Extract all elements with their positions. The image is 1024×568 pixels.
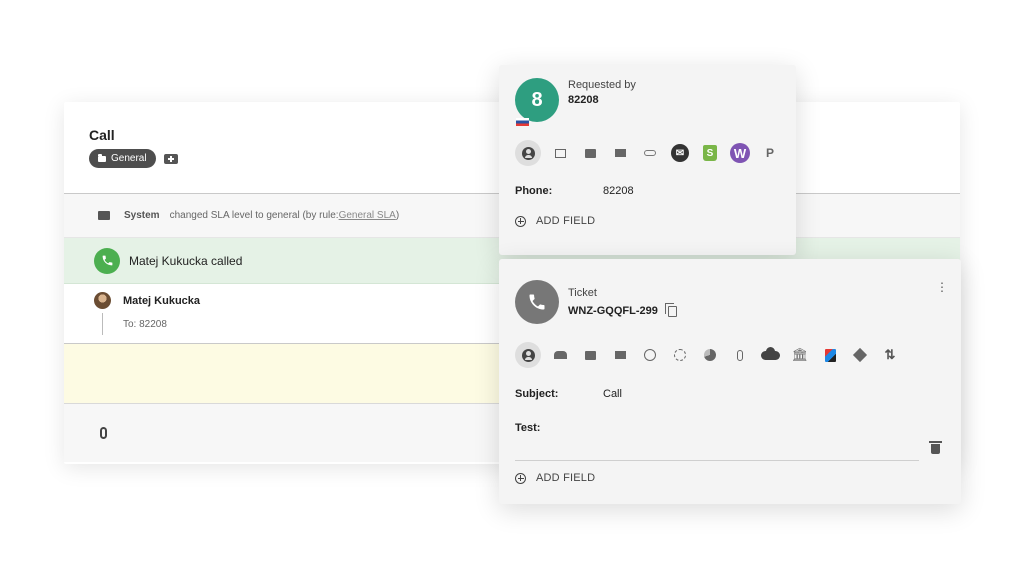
cloud-icon[interactable]	[755, 342, 785, 368]
sla-rule-link[interactable]: General SLA	[339, 210, 396, 221]
add-field-button[interactable]: ADD FIELD	[515, 215, 595, 227]
attachment-icon[interactable]	[725, 342, 755, 368]
test-field: Test:	[515, 422, 603, 434]
copy-icon[interactable]	[664, 302, 677, 317]
people-icon[interactable]	[545, 342, 575, 368]
bank-icon[interactable]: 🏛	[785, 342, 815, 368]
tag-general[interactable]: General	[89, 149, 156, 168]
contact-icon[interactable]	[515, 140, 541, 166]
mail-icon[interactable]	[605, 342, 635, 368]
system-suffix: )	[395, 210, 400, 221]
field-label: Test:	[515, 422, 541, 434]
diamond-icon[interactable]	[845, 342, 875, 368]
ticket-label: Ticket	[568, 287, 597, 299]
phone-field: Phone: 82208	[515, 185, 634, 197]
field-label: Subject:	[515, 388, 559, 400]
system-name: System	[124, 210, 160, 221]
ticket-icon[interactable]	[575, 342, 605, 368]
avatar	[94, 292, 111, 309]
call-event-text: Matej Kukucka called	[129, 253, 243, 268]
contact-icon[interactable]	[515, 342, 541, 368]
ticket-id-row: WNZ-GQQFL-299	[568, 302, 677, 317]
field-label: Phone:	[515, 185, 553, 197]
mail-icon[interactable]	[605, 140, 635, 166]
add-tag-icon[interactable]	[163, 153, 178, 164]
pie-icon[interactable]	[695, 342, 725, 368]
more-options-icon[interactable]: ⋮	[936, 281, 948, 293]
book-icon[interactable]	[815, 342, 845, 368]
system-text: changed SLA level to general (by rule:	[169, 210, 339, 221]
subject-field: Subject: Call	[515, 388, 622, 400]
trash-icon[interactable]	[929, 441, 942, 454]
attachment-icon[interactable]	[100, 427, 107, 439]
phone-icon	[94, 247, 120, 274]
add-field-button[interactable]: ADD FIELD	[515, 472, 595, 484]
shopify-icon[interactable]: S	[695, 140, 725, 166]
slovakia-flag-icon	[516, 118, 529, 126]
field-value[interactable]: 82208	[603, 185, 634, 197]
phone-icon	[515, 280, 559, 324]
requester-icon-bar: ✉ S W P	[515, 140, 785, 166]
requester-avatar: 8	[515, 78, 559, 122]
add-field-label: ADD FIELD	[536, 215, 596, 227]
ticket-icon[interactable]	[575, 140, 605, 166]
test-field-input-line[interactable]	[515, 460, 919, 461]
sync-icon[interactable]: ⇅	[875, 342, 905, 368]
requester-card: 8 Requested by 82208 ✉ S W P Phone: 8220…	[499, 65, 796, 255]
mailchimp-icon[interactable]: ✉	[665, 140, 695, 166]
field-value[interactable]: Call	[603, 388, 622, 400]
requester-value: 82208	[568, 94, 599, 106]
add-circle-icon	[515, 215, 526, 227]
ticket-id: WNZ-GQQFL-299	[568, 305, 658, 317]
ticket-icon	[98, 211, 110, 220]
tag-label: General	[111, 153, 147, 164]
ticket-card: Ticket WNZ-GQQFL-299 ⋮ 🏛 ⇅ Subject: Call…	[499, 259, 961, 504]
pipedrive-icon[interactable]: P	[755, 140, 785, 166]
folder-icon	[98, 153, 106, 162]
history-icon[interactable]	[665, 342, 695, 368]
alarm-icon[interactable]	[635, 342, 665, 368]
link-icon[interactable]	[635, 140, 665, 166]
message-author: Matej Kukucka	[123, 294, 201, 307]
window-icon[interactable]	[545, 140, 575, 166]
add-field-label: ADD FIELD	[536, 472, 596, 484]
ticket-icon-bar: 🏛 ⇅	[515, 342, 905, 368]
add-circle-icon	[515, 472, 526, 484]
requester-label: Requested by	[568, 79, 636, 91]
woocommerce-icon[interactable]: W	[725, 140, 755, 166]
